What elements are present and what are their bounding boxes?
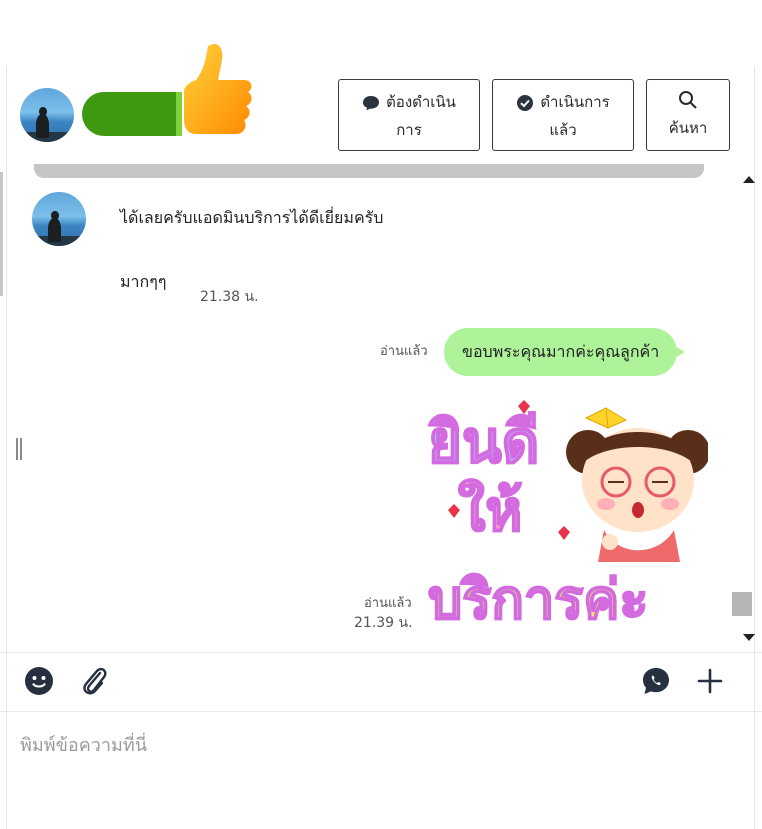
scroll-up-arrow[interactable] [743,176,755,183]
done-filter-label-2: แล้ว [549,121,577,139]
sticker-text-1: ยินดี [428,408,539,476]
emoji-icon[interactable] [24,666,54,696]
contact-avatar[interactable] [20,88,74,142]
pending-filter-label-2: การ [396,121,422,139]
date-separator-pill [34,164,704,178]
vertical-scrollbar-thumb[interactable] [732,592,752,616]
done-filter-label-1: ดำเนินการ [540,93,610,111]
incoming-message-time: 21.38 น. [200,289,259,305]
message-input[interactable] [8,712,754,829]
incoming-message-line-1: ได้เลยครับแอดมินบริการได้ดีเยี่ยมครับ [120,208,384,227]
left-pane-scrollbar[interactable] [0,172,3,296]
quick-reply-icon[interactable] [641,666,671,696]
attachment-icon[interactable] [80,664,108,698]
sticker-text-2: ให้ [458,478,522,544]
incoming-message-line-2: มากๆๆ [120,272,167,291]
search-button[interactable]: ค้นหา [646,79,730,151]
pending-filter-button[interactable]: ต้องดำเนิน การ [338,79,480,151]
outgoing-message-bubble[interactable]: ขอบพระคุณมากค่ะคุณลูกค้า [444,328,686,376]
search-icon [679,91,697,109]
outgoing-message-text: ขอบพระคุณมากค่ะคุณลูกค้า [462,342,660,361]
done-filter-button[interactable]: ดำเนินการ แล้ว [492,79,634,151]
sticker-girl-illustration [566,407,708,562]
sticker-read-receipt: อ่านแล้ว [364,596,412,611]
sender-avatar[interactable] [32,192,86,246]
plus-icon[interactable] [697,668,723,694]
scroll-down-arrow[interactable] [743,634,755,641]
pane-resize-handle[interactable] [16,438,24,460]
welcome-sticker[interactable]: ยินดี ให้ บริการค่ะ [418,382,708,630]
chat-bubble-icon [363,95,380,110]
thumbs-up-icon [184,43,252,134]
search-label: ค้นหา [668,119,708,137]
pending-filter-label-1: ต้องดำเนิน [386,93,456,111]
read-receipt: อ่านแล้ว [380,344,428,359]
composer-toolbar [0,652,762,712]
check-circle-icon [517,94,534,111]
sticker-text-3: บริการค่ะ [428,568,648,630]
left-frame-border [6,66,7,829]
redacted-contact-name [82,92,182,136]
sticker-time: 21.39 น. [354,615,413,631]
chat-header: ต้องดำเนิน การ ดำเนินการ แล้ว ค้นหา [0,43,762,166]
